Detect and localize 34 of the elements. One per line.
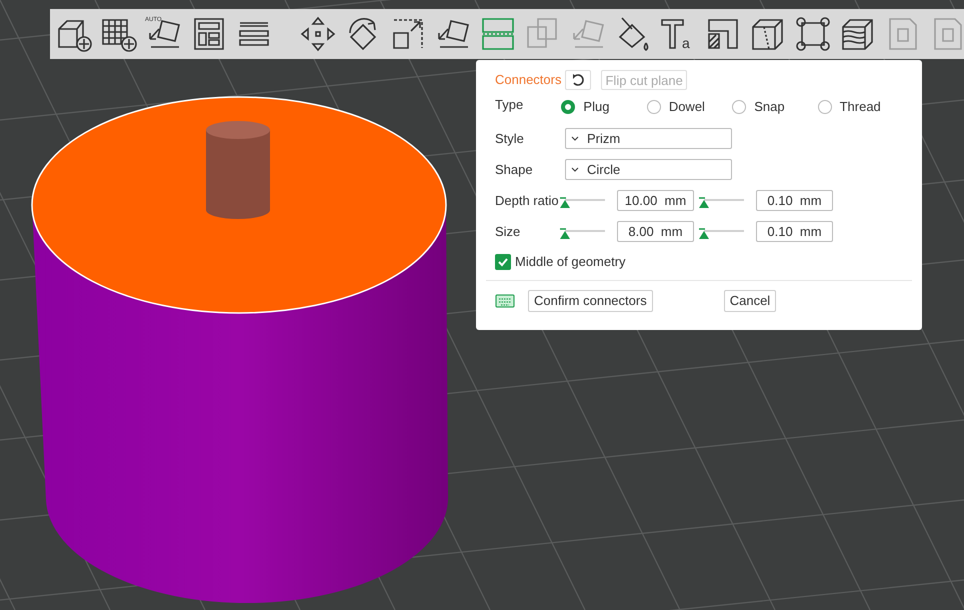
value-field[interactable]: 0.10 mm: [756, 190, 833, 211]
field-label: Style: [495, 130, 525, 148]
chevron-down-icon: [571, 166, 579, 172]
reset-button[interactable]: [565, 70, 592, 90]
field-label: Type: [495, 96, 524, 114]
radio-option[interactable]: Thread: [818, 97, 903, 117]
keyboard-icon[interactable]: [495, 294, 515, 308]
field-label: Shape: [495, 160, 534, 179]
slider-thumb[interactable]: [698, 196, 710, 208]
value-field[interactable]: 10.00 mm: [617, 190, 694, 211]
check-icon: [497, 256, 509, 268]
slider-thumb[interactable]: [559, 196, 571, 208]
slider-thumb[interactable]: [698, 228, 710, 240]
checkbox-label: Middle of geometry: [515, 253, 626, 272]
slider-thumb[interactable]: [559, 228, 571, 240]
field-label: Depth ratio: [495, 192, 559, 210]
radio-button[interactable]: [646, 100, 661, 114]
cancel-button[interactable]: Cancel: [724, 290, 776, 312]
reset-icon: [571, 73, 586, 87]
radio-button[interactable]: [561, 100, 576, 114]
checkbox[interactable]: [495, 254, 511, 270]
radio-button[interactable]: [818, 100, 832, 114]
radio-option[interactable]: Dowel: [646, 97, 732, 117]
chevron-down-icon: [571, 136, 579, 142]
radio-option[interactable]: Snap: [732, 97, 818, 117]
value-field[interactable]: 8.00 mm: [617, 221, 694, 242]
dropdown[interactable]: Circle: [565, 159, 732, 180]
radio-button[interactable]: [732, 100, 746, 114]
radio-option[interactable]: Plug: [561, 97, 647, 117]
panel-title: Connectors: [495, 71, 562, 90]
dropdown[interactable]: Prizm: [565, 128, 732, 149]
field-label: Size: [495, 222, 522, 241]
confirm-connectors-button[interactable]: Confirm connectors: [528, 290, 653, 312]
value-field[interactable]: 0.10 mm: [756, 221, 833, 242]
